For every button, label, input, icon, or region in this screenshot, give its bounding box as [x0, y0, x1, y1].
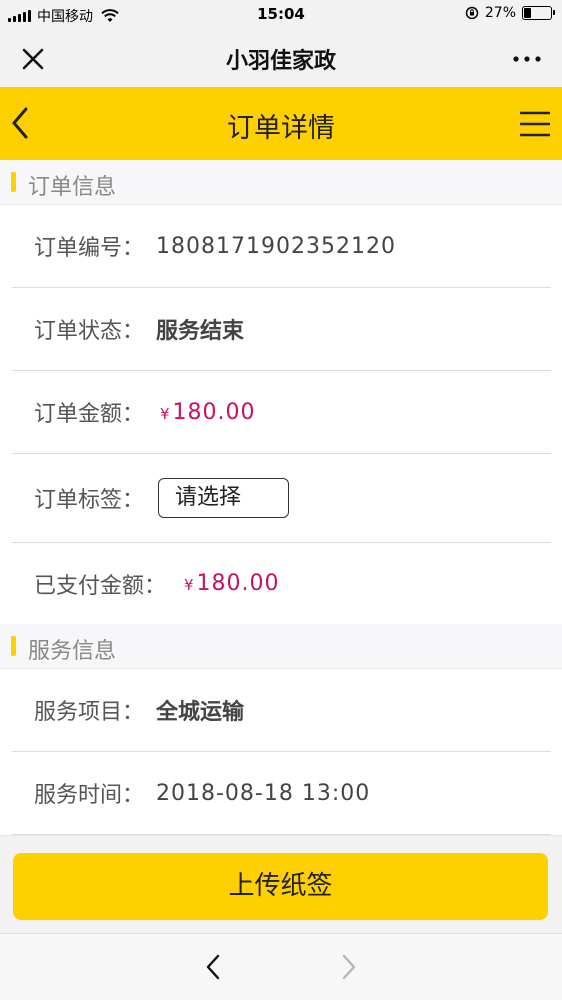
row-paid-amount: 已支付金额： ¥180.00 — [12, 543, 551, 624]
status-right: 27% — [465, 5, 555, 21]
currency-symbol: ¥ — [184, 576, 195, 594]
paid-amount-label: 已支付金额： — [34, 573, 167, 599]
section-accent-bar — [11, 172, 16, 192]
order-status-label: 订单状态： — [34, 319, 145, 344]
order-amount-value: ¥180.00 — [160, 400, 256, 425]
battery-percent: 27% — [484, 5, 516, 21]
service-time-value: 2018-08-18 13:00 — [156, 780, 371, 806]
paid-amount-value: ¥180.00 — [184, 571, 280, 596]
paid-number: 180.00 — [196, 571, 280, 596]
battery-icon — [522, 6, 555, 20]
row-order-number: 订单编号： 1808171902352120 — [12, 205, 551, 288]
wechat-title-bar: 小羽佳家政 — [0, 30, 562, 87]
amount-number: 180.00 — [172, 399, 256, 425]
section-header-order-info: 订单信息 — [0, 160, 562, 205]
order-number-label: 订单编号： — [34, 236, 145, 261]
status-bar: 中国移动 15:04 27% — [0, 0, 562, 30]
section-title: 订单信息 — [28, 175, 117, 200]
row-order-status: 订单状态： 服务结束 — [12, 288, 551, 371]
currency-symbol: ¥ — [160, 404, 171, 423]
nav-back-icon[interactable] — [200, 952, 228, 982]
browser-nav-bar — [0, 933, 562, 1000]
order-status-value: 服务结束 — [156, 319, 245, 344]
orientation-lock-icon — [465, 6, 479, 20]
upload-paper-signature-button[interactable]: 上传纸签 — [13, 853, 548, 920]
order-tag-label: 订单标签： — [34, 488, 145, 513]
row-service-time: 服务时间： 2018-08-18 13:00 — [12, 752, 551, 835]
service-time-label: 服务时间： — [34, 783, 145, 808]
row-service-item: 服务项目： 全城运输 — [12, 669, 551, 752]
order-number-value: 1808171902352120 — [156, 233, 396, 259]
section-title: 服务信息 — [28, 639, 117, 664]
battery-level — [524, 8, 532, 18]
more-icon[interactable] — [510, 44, 544, 74]
section-header-service-info: 服务信息 — [0, 624, 562, 669]
page-title: 订单详情 — [227, 113, 335, 144]
page-header: 订单详情 — [0, 87, 562, 160]
order-tag-select[interactable]: 请选择 — [158, 478, 289, 518]
order-amount-label: 订单金额： — [34, 402, 145, 427]
nav-forward-icon[interactable] — [334, 952, 362, 982]
service-item-value: 全城运输 — [156, 700, 245, 725]
order-detail-content[interactable]: 订单信息 订单编号： 1808171902352120 订单状态： 服务结束 订… — [0, 160, 562, 835]
hamburger-menu-icon[interactable] — [518, 109, 552, 139]
section-accent-bar — [11, 636, 16, 656]
bottom-action-area: 上传纸签 — [0, 835, 562, 933]
row-order-amount: 订单金额： ¥180.00 — [12, 371, 551, 454]
row-order-tag: 订单标签： 请选择 — [12, 454, 551, 543]
app-title: 小羽佳家政 — [225, 49, 336, 74]
service-item-label: 服务项目： — [34, 700, 145, 725]
